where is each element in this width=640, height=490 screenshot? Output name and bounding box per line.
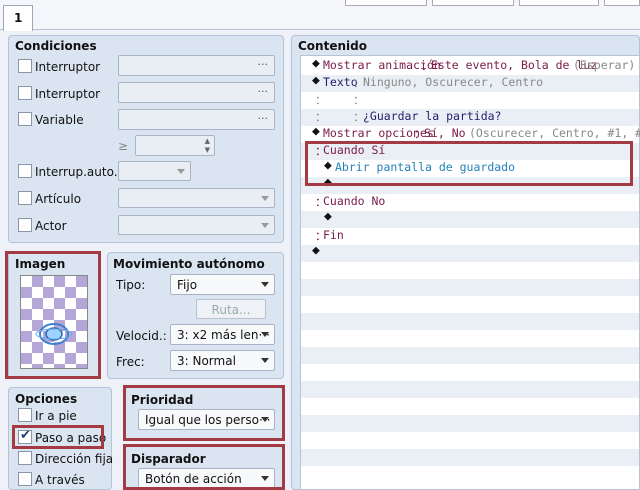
separator: ：	[315, 110, 327, 124]
separator: ：	[353, 93, 365, 107]
empty-row[interactable]	[301, 296, 639, 313]
event-command-list[interactable]: ◆ Mostrar animación ： Este evento, Bola …	[300, 55, 640, 490]
chevron-down-icon	[261, 223, 269, 228]
chevron-down-icon	[261, 196, 269, 201]
condition-selfswitch-label: Interrup.auto.	[35, 165, 118, 179]
condition-item-checkbox[interactable]	[18, 191, 32, 205]
condition-actor-select[interactable]	[118, 215, 275, 235]
movement-speed-select[interactable]: 3: x2 más len···	[170, 324, 275, 345]
movement-type-label: Tipo:	[116, 278, 146, 292]
empty-row[interactable]	[301, 415, 639, 432]
movement-speed-value: 3: x2 más len···	[177, 328, 270, 342]
empty-row[interactable]	[301, 449, 639, 466]
command-line[interactable]: ： ：	[301, 92, 639, 109]
empty-row[interactable]	[301, 313, 639, 330]
condition-switch2-label: Interruptor	[35, 87, 101, 101]
empty-row[interactable]	[301, 364, 639, 381]
condition-actor-checkbox[interactable]	[18, 218, 32, 232]
command-line[interactable]: ◆ Texto ： Ninguno, Oscurecer, Centro	[301, 73, 639, 92]
condition-variable-field[interactable]: ···	[118, 109, 275, 130]
priority-highlight	[123, 385, 285, 441]
empty-row[interactable]	[301, 381, 639, 398]
condition-variable-checkbox[interactable]	[18, 112, 32, 126]
command-line[interactable]: ： ： ¿Guardar la partida?	[301, 109, 639, 126]
command-line[interactable]: ◆	[301, 243, 639, 262]
command-line[interactable]: ◆	[301, 209, 639, 228]
command-extra: (Oscurecer, Centro, #1, #2)	[469, 126, 640, 140]
option-direction-fix-label: Dirección fija	[35, 452, 114, 466]
command-line[interactable]: ： Fin	[301, 228, 639, 245]
options-title: Opciones	[15, 392, 78, 406]
empty-row[interactable]	[301, 347, 639, 364]
ellipsis-icon: ···	[257, 58, 269, 71]
toolbar-button[interactable]	[604, 0, 640, 6]
chevron-down-icon	[261, 282, 269, 287]
empty-row[interactable]	[301, 330, 639, 347]
image-highlight	[5, 251, 101, 379]
condition-item-select[interactable]	[118, 188, 275, 208]
greater-equal-symbol: ≥	[118, 139, 129, 153]
spinner-up-icon[interactable]: ▲	[205, 137, 210, 145]
trigger-highlight	[123, 444, 285, 490]
condition-actor-label: Actor	[35, 219, 67, 233]
movement-frequency-select[interactable]: 3: Normal	[170, 350, 275, 371]
diamond-icon: ◆	[312, 73, 320, 88]
ellipsis-icon: ···	[257, 112, 269, 125]
tab-page-1[interactable]: 1	[3, 5, 33, 31]
contents-title: Contenido	[298, 39, 367, 53]
movement-frequency-value: 3: Normal	[177, 354, 236, 368]
condition-switch1-label: Interruptor	[35, 60, 101, 74]
movement-speed-label: Velocid.:	[116, 329, 167, 343]
toolbar-button[interactable]	[432, 0, 514, 6]
separator: ：	[315, 93, 327, 107]
command-arg: ¿Guardar la partida?	[363, 109, 502, 123]
empty-row[interactable]	[301, 262, 639, 279]
condition-variable-value-spinner[interactable]: ▲ ▼	[135, 135, 215, 156]
condition-selfswitch-select[interactable]	[118, 161, 191, 181]
option-walking-checkbox[interactable]	[18, 408, 32, 422]
toolbar-button[interactable]	[345, 0, 427, 6]
diamond-icon: ◆	[312, 124, 320, 139]
branch-end: Fin	[323, 228, 344, 242]
chevron-down-icon	[177, 169, 185, 174]
empty-row[interactable]	[301, 466, 639, 483]
branch-when-no: Cuando No	[323, 194, 386, 208]
toolbar-button[interactable]	[519, 0, 599, 6]
diamond-icon: ◆	[324, 209, 332, 224]
command-line[interactable]: ： Cuando No	[301, 194, 639, 211]
when-yes-highlight	[305, 141, 633, 186]
command-extra: (Esperar)	[573, 58, 636, 72]
empty-row[interactable]	[301, 279, 639, 296]
chevron-down-icon	[261, 358, 269, 363]
diamond-icon: ◆	[312, 56, 320, 71]
option-through-checkbox[interactable]	[18, 472, 32, 486]
empty-row[interactable]	[301, 398, 639, 415]
ellipsis-icon: ···	[257, 85, 269, 98]
condition-selfswitch-checkbox[interactable]	[18, 164, 32, 178]
movement-type-select[interactable]: Fijo	[170, 274, 275, 295]
spinner-down-icon[interactable]: ▼	[205, 146, 210, 154]
movement-type-value: Fijo	[177, 278, 198, 292]
movement-title: Movimiento autónomo	[113, 257, 265, 271]
diamond-icon: ◆	[312, 243, 320, 258]
condition-switch2-field[interactable]: ···	[118, 82, 275, 103]
condition-switch1-checkbox[interactable]	[18, 59, 32, 73]
movement-frequency-label: Frec:	[116, 355, 145, 369]
conditions-title: Condiciones	[15, 39, 97, 53]
option-through-label: A través	[35, 473, 85, 487]
stepping-highlight	[12, 425, 104, 449]
option-walking-label: Ir a pie	[35, 409, 77, 423]
condition-variable-label: Variable	[35, 113, 84, 127]
condition-switch1-field[interactable]: ···	[118, 55, 275, 76]
option-direction-fix-checkbox[interactable]	[18, 451, 32, 465]
command-line[interactable]: ◆ Mostrar animación ： Este evento, Bola …	[301, 56, 639, 75]
chevron-down-icon	[261, 332, 269, 337]
condition-item-label: Artículo	[35, 192, 82, 206]
command-extra: Ninguno, Oscurecer, Centro	[363, 75, 544, 89]
command-arg: Sí, No	[424, 126, 466, 140]
empty-row[interactable]	[301, 432, 639, 449]
condition-switch2-checkbox[interactable]	[18, 86, 32, 100]
movement-route-button[interactable]: Ruta...	[196, 299, 266, 319]
